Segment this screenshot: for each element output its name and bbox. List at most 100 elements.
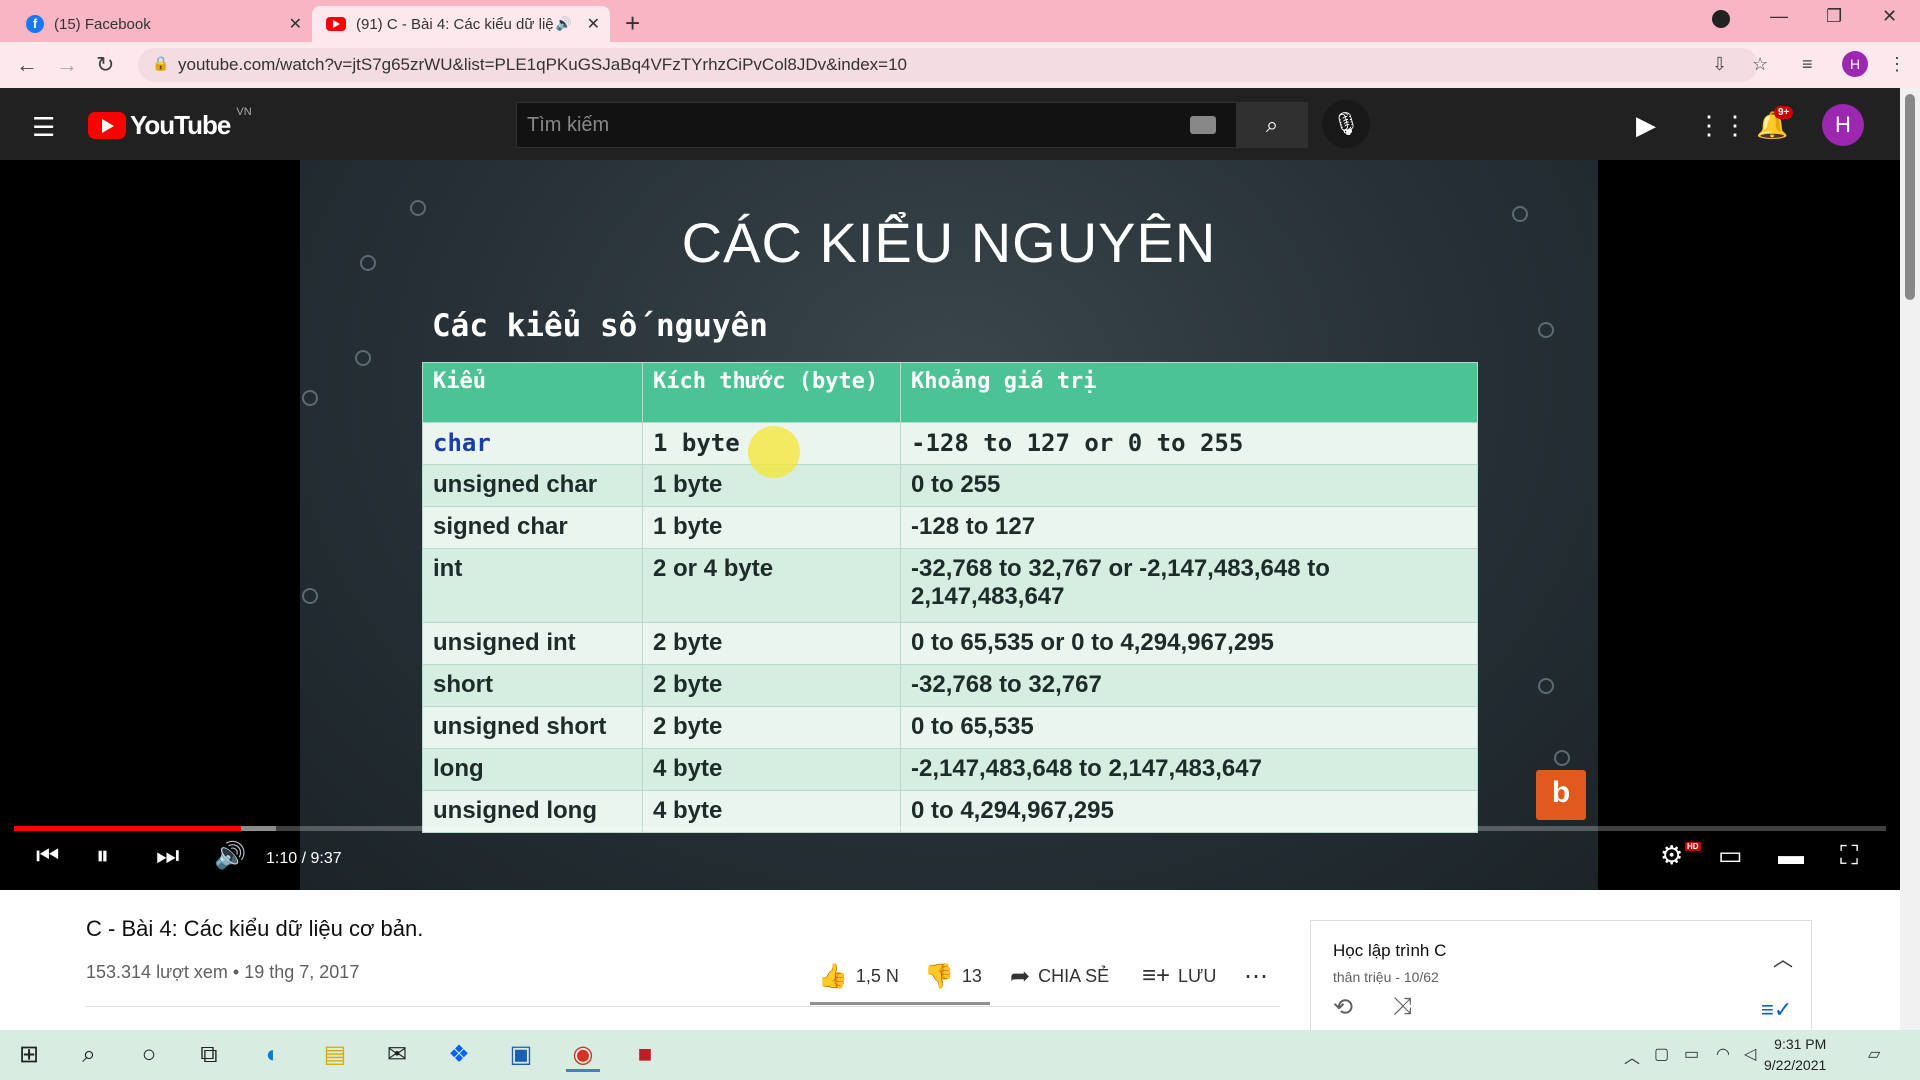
chrome-icon[interactable]: ◉ bbox=[566, 1038, 600, 1072]
profile-avatar[interactable]: H bbox=[1842, 51, 1868, 77]
chevron-up-icon[interactable]: ︿ bbox=[1773, 943, 1793, 972]
close-tab-icon[interactable]: ✕ bbox=[587, 14, 600, 34]
video-player[interactable]: CÁC KIỂU NGUYÊN Các kiểu số nguyên Kiểu … bbox=[0, 160, 1900, 890]
range-cell: -128 to 127 bbox=[900, 506, 1478, 549]
garena-icon[interactable]: ■ bbox=[628, 1038, 662, 1072]
notification-center-icon[interactable]: ▱ bbox=[1868, 1044, 1880, 1064]
more-actions-button[interactable]: ⋯ bbox=[1244, 962, 1268, 991]
shuffle-icon[interactable]: ⤨ bbox=[1393, 993, 1412, 1021]
playlist-title[interactable]: Học lập trình C bbox=[1333, 941, 1446, 961]
bookmark-star-icon[interactable]: ☆ bbox=[1752, 54, 1768, 75]
channel-watermark-logo[interactable]: b bbox=[1536, 770, 1586, 820]
pause-icon[interactable]: ⏸ bbox=[96, 840, 109, 872]
range-cell: -2,147,483,648 to 2,147,483,647 bbox=[900, 748, 1478, 791]
search-placeholder: Tìm kiếm bbox=[527, 113, 610, 136]
tab-youtube[interactable]: (91) C - Bài 4: Các kiểu dữ liệ 🔊 ✕ bbox=[312, 6, 610, 42]
playlist-subtitle: thân triệu - 10/62 bbox=[1333, 969, 1439, 985]
forward-icon[interactable]: → bbox=[56, 52, 78, 78]
youtube-logo-text: YouTube bbox=[130, 110, 231, 140]
back-icon[interactable]: ← bbox=[16, 52, 38, 78]
circuit-decoration bbox=[1554, 750, 1570, 766]
like-button[interactable]: 👍 1,5 N bbox=[818, 962, 899, 991]
lock-icon[interactable]: 🔒 bbox=[152, 55, 169, 72]
settings-gear-icon[interactable]: ⚙ bbox=[1660, 840, 1683, 871]
youtube-logo[interactable]: YouTube VN bbox=[88, 106, 252, 141]
edge-icon[interactable]: ◐ bbox=[256, 1038, 290, 1072]
windows-start-icon[interactable]: ⊞ bbox=[12, 1038, 46, 1072]
tab-title: (15) Facebook bbox=[54, 15, 151, 33]
audio-playing-icon[interactable]: 🔊 bbox=[556, 16, 572, 32]
table-row: int 2 or 4 byte -32,768 to 32,767 or -2,… bbox=[422, 548, 1478, 623]
cortana-icon[interactable]: ○ bbox=[132, 1038, 166, 1072]
reload-icon[interactable]: ↻ bbox=[96, 52, 114, 78]
playlist-add-icon: ≡+ bbox=[1142, 962, 1171, 989]
mail-icon[interactable]: ✉ bbox=[380, 1038, 414, 1072]
loop-icon[interactable]: ⟲ bbox=[1333, 993, 1353, 1022]
keyboard-icon[interactable] bbox=[1190, 116, 1216, 134]
tab-search-icon[interactable] bbox=[1712, 10, 1730, 28]
miniplayer-icon[interactable]: ▭ bbox=[1718, 840, 1743, 871]
dropbox-icon[interactable]: ❖ bbox=[442, 1038, 476, 1072]
range-cell: -32,768 to 32,767 bbox=[900, 664, 1478, 707]
user-avatar[interactable]: H bbox=[1822, 104, 1864, 146]
theater-mode-icon[interactable]: ▬ bbox=[1778, 840, 1804, 871]
install-app-icon[interactable]: ⇩ bbox=[1712, 54, 1727, 75]
voice-search-button[interactable]: 🎙 bbox=[1322, 100, 1370, 148]
restore-button[interactable]: ❐ bbox=[1826, 6, 1842, 27]
fullscreen-icon[interactable]: ⛶ bbox=[1840, 840, 1858, 872]
save-button[interactable]: ≡+ LƯU bbox=[1142, 962, 1216, 990]
system-clock[interactable]: 9:31 PM 9/22/2021 bbox=[1764, 1034, 1826, 1076]
youtube-header: ☰ YouTube VN Tìm kiếm ⌕ 🎙 ▶ ⋮⋮ 🔔 H bbox=[0, 88, 1900, 160]
new-tab-button[interactable]: + bbox=[625, 8, 640, 39]
microphone-icon: 🎙 bbox=[1332, 111, 1360, 136]
file-explorer-icon[interactable]: ▤ bbox=[318, 1038, 352, 1072]
address-bar[interactable]: 🔒 youtube.com/watch?v=jtS7g65zrWU&list=P… bbox=[138, 48, 1758, 82]
volume-icon[interactable]: 🔊 bbox=[214, 840, 246, 871]
search-icon: ⌕ bbox=[1265, 112, 1279, 137]
create-video-icon[interactable]: ▶ bbox=[1636, 110, 1656, 141]
show-hidden-icons[interactable]: ︿ bbox=[1624, 1044, 1640, 1068]
next-video-icon[interactable]: ⏭ bbox=[156, 840, 179, 872]
wifi-icon[interactable]: ◠ bbox=[1716, 1044, 1730, 1064]
speaker-icon[interactable]: ◁ bbox=[1744, 1044, 1756, 1064]
tab-facebook[interactable]: f (15) Facebook ✕ bbox=[12, 6, 312, 42]
page-scrollbar[interactable] bbox=[1900, 88, 1920, 1030]
circuit-decoration bbox=[1538, 678, 1554, 694]
thumbs-up-icon: 👍 bbox=[818, 963, 848, 990]
previous-video-icon[interactable]: ⏮ bbox=[36, 840, 59, 872]
progress-played bbox=[14, 826, 241, 831]
divider bbox=[86, 1006, 1280, 1007]
menu-kebab-icon[interactable]: ⋮ bbox=[1888, 54, 1906, 75]
minimize-button[interactable]: — bbox=[1770, 6, 1788, 27]
table-header-row: Kiểu Kích thước (byte) Khoảng giá trị bbox=[422, 362, 1478, 423]
type-cell: unsigned short bbox=[422, 706, 643, 749]
table-row: char 1 byte -128 to 127 or 0 to 255 bbox=[422, 422, 1478, 465]
task-view-icon[interactable]: ⧉ bbox=[192, 1038, 226, 1072]
search-icon[interactable]: ⌕ bbox=[72, 1038, 106, 1072]
type-cell: unsigned char bbox=[422, 464, 643, 507]
size-cell: 1 byte bbox=[642, 506, 901, 549]
meet-now-icon[interactable]: ▢ bbox=[1654, 1044, 1669, 1064]
share-button[interactable]: ➦ CHIA SẺ bbox=[1010, 962, 1109, 991]
like-count: 1,5 N bbox=[855, 966, 899, 986]
media-control-icon[interactable]: ≡ bbox=[1802, 54, 1813, 75]
save-playlist-icon[interactable]: ≡✓ bbox=[1761, 997, 1792, 1023]
apps-grid-icon[interactable]: ⋮⋮ bbox=[1696, 110, 1748, 141]
type-cell: char bbox=[422, 422, 643, 465]
close-tab-icon[interactable]: ✕ bbox=[289, 14, 302, 34]
progress-bar[interactable] bbox=[14, 826, 1886, 831]
dislike-button[interactable]: 👎 13 bbox=[924, 962, 982, 991]
battery-icon[interactable]: ▭ bbox=[1684, 1044, 1699, 1064]
more-horizontal-icon: ⋯ bbox=[1244, 963, 1268, 990]
close-window-button[interactable]: ✕ bbox=[1882, 6, 1897, 27]
table-row: unsigned short 2 byte 0 to 65,535 bbox=[422, 706, 1478, 749]
hamburger-menu-icon[interactable]: ☰ bbox=[32, 112, 55, 143]
table-row: signed char 1 byte -128 to 127 bbox=[422, 506, 1478, 549]
size-cell: 4 byte bbox=[642, 748, 901, 791]
search-input[interactable]: Tìm kiếm bbox=[516, 102, 1252, 148]
app-icon[interactable]: ▣ bbox=[504, 1038, 538, 1072]
table-header: Khoảng giá trị bbox=[900, 362, 1478, 423]
size-cell: 2 or 4 byte bbox=[642, 548, 901, 623]
search-button[interactable]: ⌕ bbox=[1236, 102, 1308, 148]
scrollbar-thumb[interactable] bbox=[1905, 94, 1915, 300]
